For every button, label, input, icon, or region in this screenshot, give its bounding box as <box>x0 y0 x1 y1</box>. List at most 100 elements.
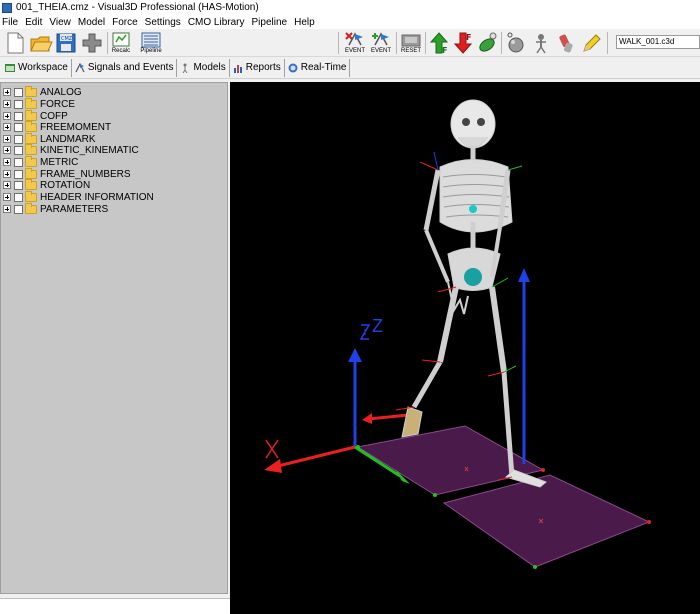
reset-button[interactable]: RESET <box>399 31 423 55</box>
tree-checkbox[interactable] <box>14 180 23 190</box>
force-down-button[interactable]: F <box>452 31 474 55</box>
pencil-button[interactable] <box>580 31 602 55</box>
expand-icon[interactable] <box>3 205 11 213</box>
expand-icon[interactable] <box>3 146 11 154</box>
expand-icon[interactable] <box>3 170 11 178</box>
3d-viewport[interactable]: Z <box>230 82 700 614</box>
tab-workspace[interactable]: Workspace <box>2 58 72 77</box>
menu-file[interactable]: File <box>2 17 18 28</box>
skeleton-icon <box>536 34 546 54</box>
tab-models[interactable]: Models <box>177 58 230 77</box>
menu-help[interactable]: Help <box>294 17 315 28</box>
tree-item[interactable]: FREEMOMENT <box>3 120 112 133</box>
expand-icon[interactable] <box>3 181 11 189</box>
expand-icon[interactable] <box>3 135 11 143</box>
window-title: 001_THEIA.cmz - Visual3D Professional (H… <box>16 2 259 13</box>
svg-text:F: F <box>442 46 447 55</box>
folder-icon <box>25 143 37 155</box>
pipeline-button[interactable]: Pipeline <box>139 31 163 55</box>
new-file-button[interactable] <box>4 31 26 55</box>
menu-force[interactable]: Force <box>112 17 138 28</box>
save-cmz-button[interactable]: CMZ <box>55 31 77 55</box>
app-icon <box>2 2 12 13</box>
tab-real-time[interactable]: Real-Time <box>285 58 351 77</box>
tree-item-label: COFP <box>40 110 68 122</box>
green-link-icon <box>479 32 497 52</box>
models-icon <box>183 63 188 73</box>
menu-view[interactable]: View <box>49 17 71 28</box>
status-field[interactable] <box>0 598 230 614</box>
tree-checkbox[interactable] <box>14 111 23 121</box>
skeleton-button[interactable] <box>530 31 552 55</box>
pencil-icon <box>583 34 601 52</box>
event-add-icon <box>372 32 389 46</box>
menu-settings[interactable]: Settings <box>145 17 181 28</box>
expand-icon[interactable] <box>3 112 11 120</box>
force-up-button[interactable]: F <box>428 31 450 55</box>
folder-icon <box>25 167 37 179</box>
tree-item[interactable]: PARAMETERS <box>3 202 109 215</box>
tree-item[interactable]: ROTATION <box>3 178 91 191</box>
recalc-icon <box>112 32 130 47</box>
recalc-button[interactable]: Recalc <box>110 31 132 55</box>
tree-checkbox[interactable] <box>14 122 23 132</box>
tree-checkbox[interactable] <box>14 87 23 97</box>
recalc-label: Recalc <box>111 48 131 54</box>
tree-checkbox[interactable] <box>14 145 23 155</box>
menu-edit[interactable]: Edit <box>25 17 42 28</box>
tab-reports[interactable]: Reports <box>230 58 285 77</box>
reset-label: RESET <box>400 48 421 54</box>
open-file-button[interactable] <box>29 31 53 55</box>
tree-checkbox[interactable] <box>14 192 23 202</box>
folder-icon <box>25 155 37 167</box>
segment-button[interactable] <box>555 31 577 55</box>
folder-icon <box>25 85 37 97</box>
tab-signals-events[interactable]: Signals and Events <box>72 58 178 77</box>
expand-icon[interactable] <box>3 193 11 201</box>
expand-icon[interactable] <box>3 100 11 108</box>
title-bar: 001_THEIA.cmz - Visual3D Professional (H… <box>0 0 700 15</box>
menu-model[interactable]: Model <box>78 17 105 28</box>
tree-checkbox[interactable] <box>14 99 23 109</box>
sphere-button[interactable] <box>505 31 527 55</box>
svg-text:CMZ: CMZ <box>61 36 73 42</box>
floppy-icon: CMZ <box>56 33 76 53</box>
menu-pipeline[interactable]: Pipeline <box>252 17 288 28</box>
tree-item-label: LANDMARK <box>40 133 96 145</box>
red-down-arrow-icon: F <box>453 32 473 54</box>
tree-item-label: METRIC <box>40 156 79 168</box>
event-add-button[interactable]: EVENT <box>369 31 393 55</box>
reports-icon <box>233 64 242 73</box>
tree-checkbox[interactable] <box>14 204 23 214</box>
expand-icon[interactable] <box>3 88 11 96</box>
tab-bar: Workspace Signals and Events Models Repo… <box>0 57 700 79</box>
tab-models-label: Models <box>193 62 226 73</box>
tab-signals-events-label: Signals and Events <box>87 62 174 73</box>
main-toolbar: CMZ Recalc Pipeline EVENT EVENT RESET F … <box>0 29 700 57</box>
tab-workspace-label: Workspace <box>18 62 68 73</box>
tree-item-label: ROTATION <box>40 179 91 191</box>
current-file-field[interactable]: WALK_001.c3d <box>616 35 700 49</box>
tree-item[interactable]: ANALOG <box>3 85 82 98</box>
event-remove-button[interactable]: EVENT <box>343 31 367 55</box>
tree-checkbox[interactable] <box>14 157 23 167</box>
tree-item[interactable]: KINETIC_KINEMATIC <box>3 143 139 156</box>
event-label-1: EVENT <box>344 48 365 54</box>
add-button[interactable] <box>81 31 103 55</box>
tree-item-label: PARAMETERS <box>40 203 109 215</box>
tree-item-label: KINETIC_KINEMATIC <box>40 144 139 156</box>
tree-checkbox[interactable] <box>14 169 23 179</box>
segment-icon <box>559 34 573 53</box>
link-button[interactable] <box>476 31 498 55</box>
tree-item-label: FREEMOMENT <box>40 121 112 133</box>
signals-tree[interactable]: ANALOG FORCE COFP FREEMOMENT LANDMARK KI… <box>0 82 228 594</box>
tree-checkbox[interactable] <box>14 134 23 144</box>
expand-icon[interactable] <box>3 123 11 131</box>
tree-item[interactable]: HEADER INFORMATION <box>3 190 154 203</box>
tree-item[interactable]: FORCE <box>3 97 75 110</box>
tree-item[interactable]: METRIC <box>3 155 79 168</box>
expand-icon[interactable] <box>3 158 11 166</box>
real-time-icon <box>288 63 298 72</box>
menu-cmo-library[interactable]: CMO Library <box>188 17 245 28</box>
event-label-2: EVENT <box>370 48 391 54</box>
